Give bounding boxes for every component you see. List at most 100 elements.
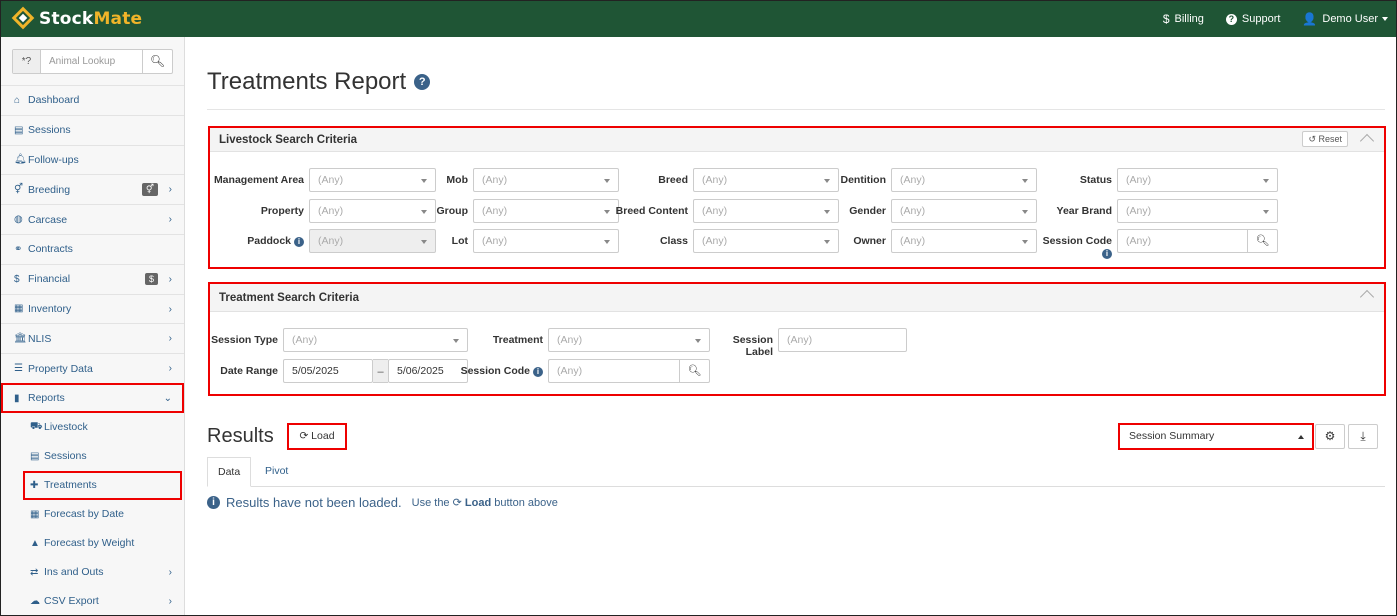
info-icon[interactable]: i: [1102, 249, 1112, 259]
sidebar-item-follow-ups[interactable]: 🔔︎ Follow-ups: [1, 144, 184, 175]
logo-diamond-icon: [11, 6, 37, 32]
label-breed: Breed: [658, 174, 688, 186]
sidebar-item-dashboard[interactable]: ⌂ Dashboard: [1, 85, 184, 115]
treatment-session-code-search-button[interactable]: 🔍︎: [679, 360, 709, 382]
status-select[interactable]: (Any): [1117, 168, 1278, 192]
lot-select[interactable]: (Any): [473, 229, 619, 253]
sidebar-subitem-csv-export[interactable]: ☁ CSV Export ›: [1, 587, 184, 616]
bank-icon: 🏛︎: [14, 333, 27, 345]
lookup-wildcard-button[interactable]: *?: [13, 50, 41, 73]
logo-text-mate: Mate: [93, 9, 143, 29]
breed-content-select[interactable]: (Any): [693, 199, 839, 223]
sidebar-item-carcase[interactable]: ◍ Carcase ›: [1, 204, 184, 234]
reset-button[interactable]: ↺ Reset: [1302, 131, 1348, 147]
caret-down-icon: [824, 240, 830, 244]
handshake-icon: ⚭: [14, 243, 23, 255]
results-tabs: Data Pivot: [207, 457, 1385, 487]
collapse-chevron-icon[interactable]: [1359, 289, 1375, 305]
caret-down-icon: [604, 210, 610, 214]
sidebar-item-inventory[interactable]: ▦ Inventory ›: [1, 293, 184, 324]
treatment-select[interactable]: (Any): [548, 328, 710, 352]
home-icon: ⌂: [14, 94, 21, 106]
breed-select[interactable]: (Any): [693, 168, 839, 192]
sidebar-subitem-forecast-by-date[interactable]: ▦ Forecast by Date: [1, 500, 184, 529]
financial-badge: $: [144, 272, 158, 285]
tab-pivot[interactable]: Pivot: [255, 457, 298, 487]
lookup-search-button[interactable]: 🔍︎: [142, 50, 172, 73]
info-icon[interactable]: i: [294, 237, 304, 247]
caret-down-icon: [824, 210, 830, 214]
label-session-code: Session Codei: [1042, 235, 1112, 259]
support-link[interactable]: ? Support: [1225, 13, 1280, 25]
sidebar-subitem-sessions[interactable]: ▤ Sessions: [1, 442, 184, 471]
label-session-label: Session Label: [732, 334, 773, 358]
view-select[interactable]: Session Summary: [1118, 423, 1314, 450]
sidebar-item-financial[interactable]: $ Financial $ ›: [1, 263, 184, 294]
logo[interactable]: StockMate: [11, 3, 142, 35]
sidebar-item-sessions[interactable]: ▤ Sessions: [1, 114, 184, 145]
label-group: Group: [436, 205, 469, 217]
animal-lookup: *? Animal Lookup 🔍︎: [12, 49, 173, 74]
bone-icon: ◍: [14, 214, 23, 226]
sidebar-item-contracts[interactable]: ⚭ Contracts: [1, 233, 184, 264]
sidebar-subitem-treatments[interactable]: ✚ Treatments: [23, 470, 182, 500]
property-select[interactable]: (Any): [309, 199, 436, 223]
session-label-input[interactable]: (Any): [778, 328, 907, 352]
owner-select[interactable]: (Any): [891, 229, 1037, 253]
chevron-right-icon: ›: [168, 303, 172, 315]
sidebar-item-nlis[interactable]: 🏛︎ NLIS ›: [1, 323, 184, 353]
gender-select[interactable]: (Any): [891, 199, 1037, 223]
sidebar-subitem-ins-and-outs[interactable]: ⇄ Ins and Outs ›: [1, 558, 184, 587]
sidebar-item-reports[interactable]: ▮ Reports ⌄: [1, 382, 184, 413]
label-status: Status: [1079, 174, 1112, 186]
sidebar-subitem-forecast-by-weight[interactable]: ▲ Forecast by Weight: [1, 529, 184, 558]
billing-link[interactable]: $ Billing: [1163, 12, 1204, 26]
chevron-right-icon: ›: [168, 184, 172, 196]
date-from-input[interactable]: 5/05/2025: [283, 359, 373, 383]
search-icon: 🔍︎: [687, 365, 702, 377]
table-icon: ▤: [14, 124, 24, 136]
info-icon[interactable]: i: [533, 367, 543, 377]
sidebar-item-property-data[interactable]: ☰ Property Data ›: [1, 353, 184, 383]
tab-data[interactable]: Data: [207, 457, 252, 487]
refresh-icon: ⟳: [452, 497, 462, 509]
chart-icon: ▮: [14, 392, 20, 404]
sliders-icon: ☰: [14, 363, 23, 375]
group-select[interactable]: (Any): [473, 199, 619, 223]
treatment-session-code-input[interactable]: (Any) 🔍︎: [548, 359, 710, 383]
label-dentition: Dentition: [840, 174, 887, 186]
settings-button[interactable]: ⚙: [1315, 424, 1345, 449]
session-type-select[interactable]: (Any): [283, 328, 468, 352]
management-area-select[interactable]: (Any): [309, 168, 436, 192]
livestock-session-code-input[interactable]: (Any) 🔍︎: [1117, 229, 1278, 253]
breeding-badge-icon: ⚥: [141, 183, 158, 197]
treatment-panel-header: Treatment Search Criteria: [210, 284, 1384, 312]
help-icon[interactable]: ?: [414, 74, 431, 90]
mob-select[interactable]: (Any): [473, 168, 619, 192]
sidebar-subitem-livestock[interactable]: ⛟ Livestock: [1, 413, 184, 442]
user-menu[interactable]: 👤 Demo User: [1302, 12, 1388, 26]
chevron-right-icon: ›: [168, 273, 172, 285]
sidebar-item-breeding[interactable]: ⚥ Breeding ⚥ ›: [1, 174, 184, 204]
refresh-icon: ⟳: [299, 430, 312, 442]
collapse-chevron-icon[interactable]: [1359, 133, 1375, 149]
animal-lookup-input[interactable]: Animal Lookup: [41, 50, 142, 73]
load-button[interactable]: ⟳ Load: [287, 423, 347, 450]
download-button[interactable]: ⤓: [1348, 424, 1378, 449]
caret-down-icon: [695, 339, 701, 343]
label-session-type: Session Type: [211, 334, 278, 346]
caret-down-icon: [1022, 240, 1028, 244]
paddock-select[interactable]: (Any): [309, 229, 436, 253]
session-code-search-button[interactable]: 🔍︎: [1247, 230, 1277, 252]
cloud-download-icon: ☁: [30, 595, 40, 607]
livestock-panel-header: Livestock Search Criteria ↺ Reset: [210, 128, 1384, 152]
user-icon: 👤: [1302, 12, 1318, 26]
year-brand-select[interactable]: (Any): [1117, 199, 1278, 223]
exchange-icon: ⇄: [30, 566, 39, 578]
caret-down-icon: [421, 210, 427, 214]
caret-down-icon: [1022, 210, 1028, 214]
class-select[interactable]: (Any): [693, 229, 839, 253]
date-to-input[interactable]: 5/06/2025: [388, 359, 468, 383]
dentition-select[interactable]: (Any): [891, 168, 1037, 192]
dollar-icon: $: [1162, 12, 1170, 26]
